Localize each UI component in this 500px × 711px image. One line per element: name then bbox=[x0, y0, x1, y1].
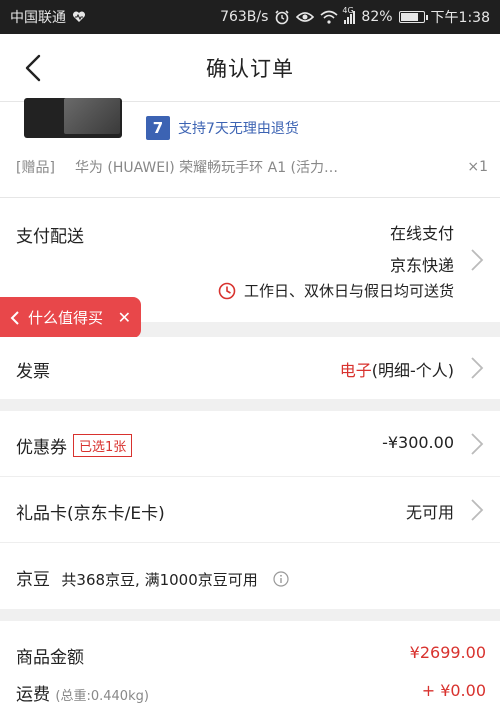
goods-amount-value: ¥2699.00 bbox=[409, 643, 486, 662]
heart-monitor-icon bbox=[72, 11, 86, 22]
return-guarantee: 7 支持7天无理由退货 bbox=[146, 116, 299, 140]
gift-tag: [赠品] bbox=[16, 160, 55, 176]
network-type-label: 4G bbox=[342, 6, 354, 15]
invoice-value: 电子(明细-个人) bbox=[340, 357, 454, 381]
shipping-value: + ¥0.00 bbox=[421, 681, 486, 700]
alarm-icon bbox=[275, 10, 289, 25]
coupon-label-text: 优惠券 bbox=[16, 438, 67, 458]
gift-quantity: ×1 bbox=[467, 159, 488, 175]
coupon-row[interactable]: 优惠券 已选1张 -¥300.00 bbox=[0, 411, 500, 477]
payment-method: 在线支付 bbox=[389, 224, 454, 243]
coupon-value: -¥300.00 bbox=[382, 433, 454, 452]
jd-beans-title: 京豆 bbox=[16, 570, 50, 590]
invoice-detail: (明细-个人) bbox=[371, 361, 454, 380]
battery-icon bbox=[398, 11, 428, 23]
gift-card-value: 无可用 bbox=[405, 503, 454, 522]
chevron-left-icon bbox=[10, 310, 19, 325]
product-image[interactable] bbox=[24, 98, 122, 138]
jd-beans-label: 京豆 共368京豆, 满1000京豆可用 bbox=[16, 565, 289, 590]
return-guarantee-text: 支持7天无理由退货 bbox=[178, 121, 299, 137]
close-icon[interactable]: ✕ bbox=[118, 308, 131, 327]
gift-item[interactable]: [赠品] 华为 (HUAWEI) 荣耀畅玩手环 A1 (活力… ×1 bbox=[16, 157, 488, 177]
back-arrow-icon[interactable] bbox=[20, 54, 48, 82]
eye-comfort-icon bbox=[296, 12, 315, 22]
signal-icon: 4G bbox=[342, 6, 356, 24]
delivery-time: 工作日、双休日与假日均可送货 bbox=[218, 280, 454, 301]
payment-delivery-label: 支付配送 bbox=[16, 227, 84, 247]
chevron-right-icon bbox=[471, 357, 484, 379]
chevron-right-icon bbox=[471, 433, 484, 455]
carrier-label: 中国联通 bbox=[10, 10, 66, 26]
discount-section: 优惠券 已选1张 -¥300.00 礼品卡(京东卡/E卡) 无可用 京豆 共368… bbox=[0, 411, 500, 609]
chevron-right-icon bbox=[471, 499, 484, 521]
float-tag-label: 什么值得买 bbox=[28, 309, 104, 327]
jd-beans-text: 共368京豆, 满1000京豆可用 bbox=[61, 571, 258, 589]
invoice-row[interactable]: 发票 电子(明细-个人) bbox=[0, 337, 500, 399]
wifi-icon bbox=[320, 10, 338, 24]
smzdm-float-tag[interactable]: 什么值得买 ✕ bbox=[0, 297, 141, 338]
gift-name: 华为 (HUAWEI) 荣耀畅玩手环 A1 (活力… bbox=[74, 160, 339, 176]
coupon-label: 优惠券 已选1张 bbox=[16, 433, 133, 458]
gift-card-row[interactable]: 礼品卡(京东卡/E卡) 无可用 bbox=[0, 477, 500, 543]
shipping-weight: (总重:0.440kg) bbox=[55, 689, 149, 704]
seven-day-return-icon: 7 bbox=[146, 116, 170, 140]
jd-beans-row: 京豆 共368京豆, 满1000京豆可用 bbox=[0, 543, 500, 609]
invoice-type: 电子 bbox=[339, 361, 372, 380]
page-title: 确认订单 bbox=[206, 56, 294, 81]
gift-card-label: 礼品卡(京东卡/E卡) bbox=[16, 504, 165, 524]
delivery-time-text: 工作日、双休日与假日均可送货 bbox=[243, 282, 454, 300]
network-speed: 763B/s bbox=[220, 9, 269, 25]
delivery-method: 京东快递 bbox=[389, 256, 454, 275]
clock-icon bbox=[218, 282, 236, 299]
battery-percent: 82% bbox=[361, 9, 393, 25]
goods-amount-label: 商品金额 bbox=[16, 648, 84, 668]
chevron-right-icon bbox=[471, 249, 484, 271]
shipping-label-text: 运费 bbox=[16, 685, 50, 705]
coupon-selected-badge: 已选1张 bbox=[73, 434, 133, 457]
info-icon[interactable] bbox=[273, 571, 289, 587]
invoice-label: 发票 bbox=[16, 362, 50, 382]
clock-time: 下午1:38 bbox=[430, 10, 490, 26]
page-header: 确认订单 bbox=[0, 34, 500, 102]
status-bar: 中国联通 763B/s 4G 82% 下午1:38 bbox=[0, 0, 500, 34]
product-screen bbox=[64, 98, 120, 134]
shipping-label: 运费 (总重:0.440kg) bbox=[16, 680, 149, 705]
totals-section: 商品金额 ¥2699.00 运费 (总重:0.440kg) + ¥0.00 bbox=[0, 621, 500, 711]
